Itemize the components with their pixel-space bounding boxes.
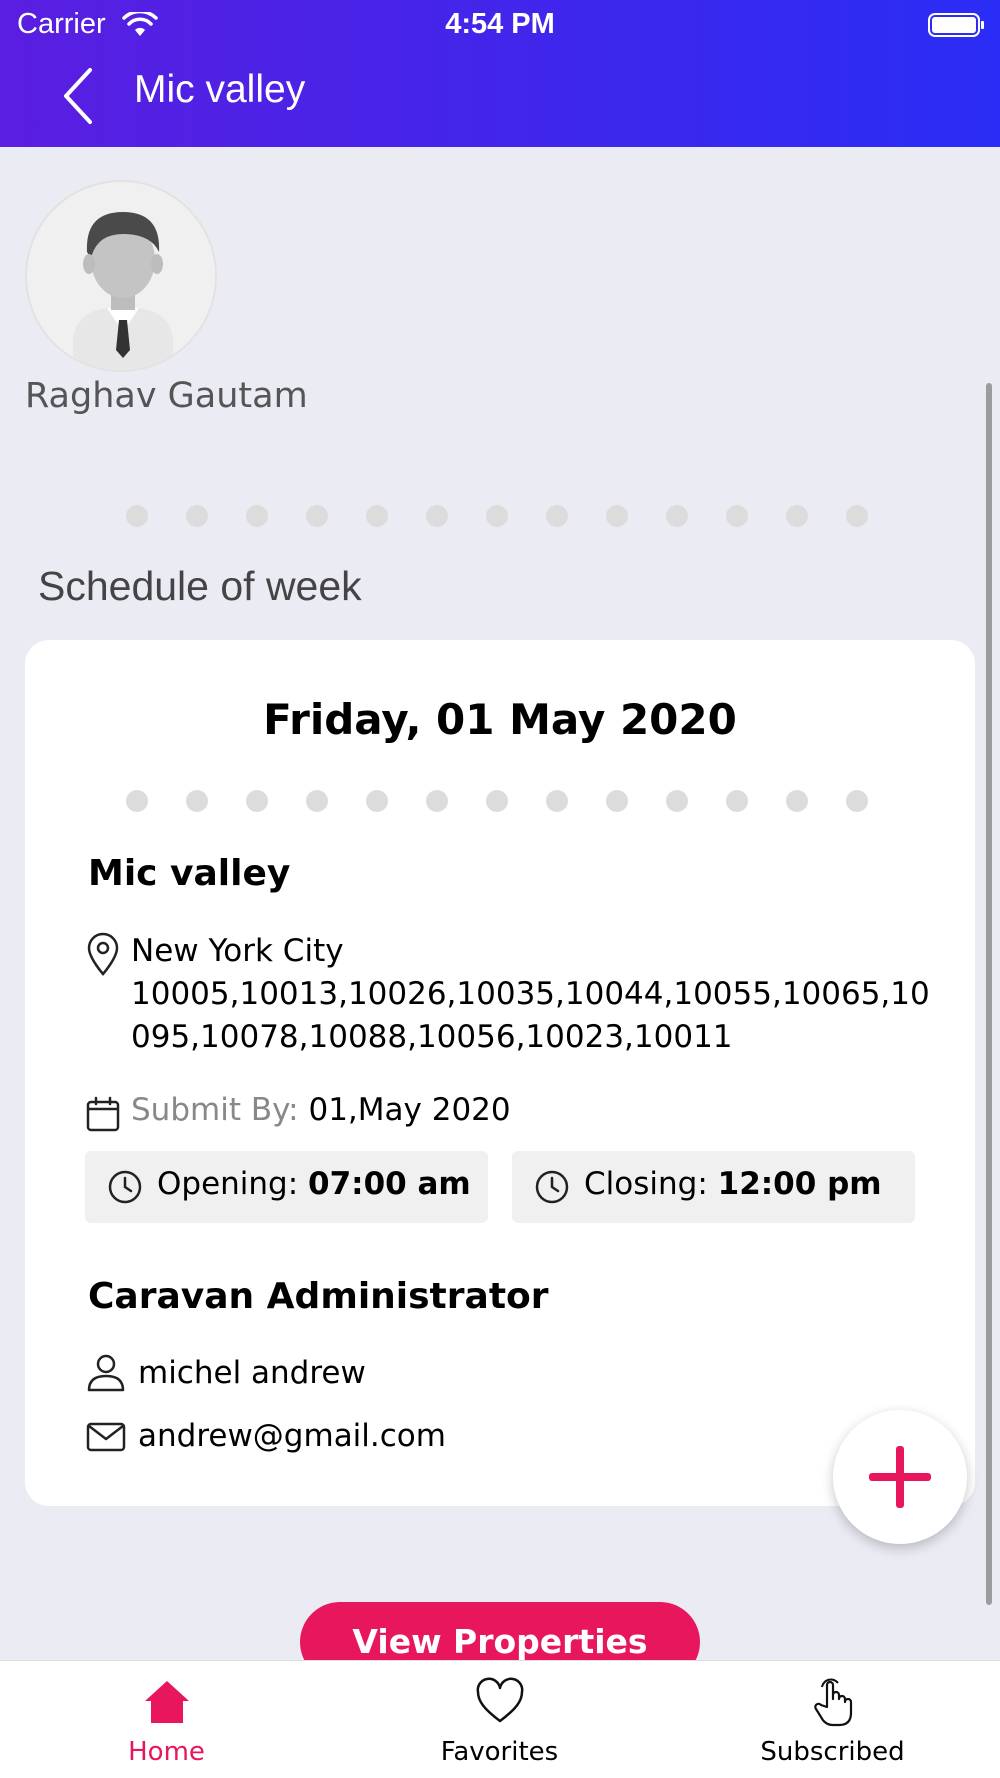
dotted-divider — [126, 505, 868, 527]
tab-favorites-label: Favorites — [440, 1737, 559, 1767]
app-header: Carrier 4:54 PM Mic valley — [0, 0, 1000, 147]
address: New York City 10005,10013,10026,10035,10… — [131, 930, 931, 1059]
heart-icon — [476, 1677, 524, 1723]
address-zip-codes: 10005,10013,10026,10035,10044,10055,1006… — [131, 976, 930, 1055]
tab-subscribed[interactable]: Subscribed — [666, 1661, 999, 1778]
opening-value: 07:00 am — [308, 1166, 471, 1202]
closing-value: 12:00 pm — [717, 1166, 882, 1202]
hand-pointer-icon — [814, 1678, 853, 1727]
calendar-icon — [86, 1096, 120, 1132]
opening-label: Opening: — [157, 1166, 299, 1202]
location-pin-icon — [87, 932, 119, 976]
submit-by-value: 01,May 2020 — [308, 1092, 511, 1128]
admin-title: Caravan Administrator — [88, 1276, 549, 1317]
tab-home[interactable]: Home — [0, 1661, 333, 1778]
section-title: Schedule of week — [38, 563, 362, 609]
tab-bar: Home Favorites Subscribed — [0, 1660, 1000, 1778]
page-title: Mic valley — [134, 68, 306, 111]
mail-icon — [86, 1422, 126, 1452]
clock-icon — [535, 1170, 569, 1204]
clock-icon — [108, 1170, 142, 1204]
add-button[interactable] — [833, 1410, 967, 1544]
submit-by-label: Submit By: — [131, 1092, 299, 1128]
battery-icon — [928, 13, 984, 37]
profile-name: Raghav Gautam — [25, 376, 308, 416]
home-icon — [145, 1681, 189, 1723]
dotted-divider — [126, 790, 868, 812]
admin-name: michel andrew — [138, 1355, 366, 1391]
avatar — [25, 180, 217, 372]
person-icon — [87, 1354, 125, 1392]
status-time: 4:54 PM — [445, 8, 555, 40]
address-city: New York City — [131, 933, 344, 969]
person-avatar-icon — [27, 182, 215, 370]
status-bar: Carrier 4:54 PM — [0, 0, 1000, 50]
plus-icon — [869, 1446, 931, 1508]
tab-favorites[interactable]: Favorites — [333, 1661, 666, 1778]
tab-subscribed-label: Subscribed — [760, 1737, 905, 1767]
place-title: Mic valley — [88, 853, 291, 894]
tab-home-label: Home — [128, 1737, 205, 1767]
opening-time-box: Opening: 07:00 am — [85, 1151, 488, 1223]
admin-email[interactable]: andrew@gmail.com — [138, 1418, 446, 1454]
chevron-left-icon[interactable] — [58, 66, 98, 126]
closing-label: Closing: — [584, 1166, 708, 1202]
closing-time-box: Closing: 12:00 pm — [512, 1151, 915, 1223]
submit-by: Submit By: 01,May 2020 — [131, 1092, 511, 1128]
scrollbar[interactable] — [986, 383, 992, 1605]
schedule-date: Friday, 01 May 2020 — [263, 695, 737, 744]
